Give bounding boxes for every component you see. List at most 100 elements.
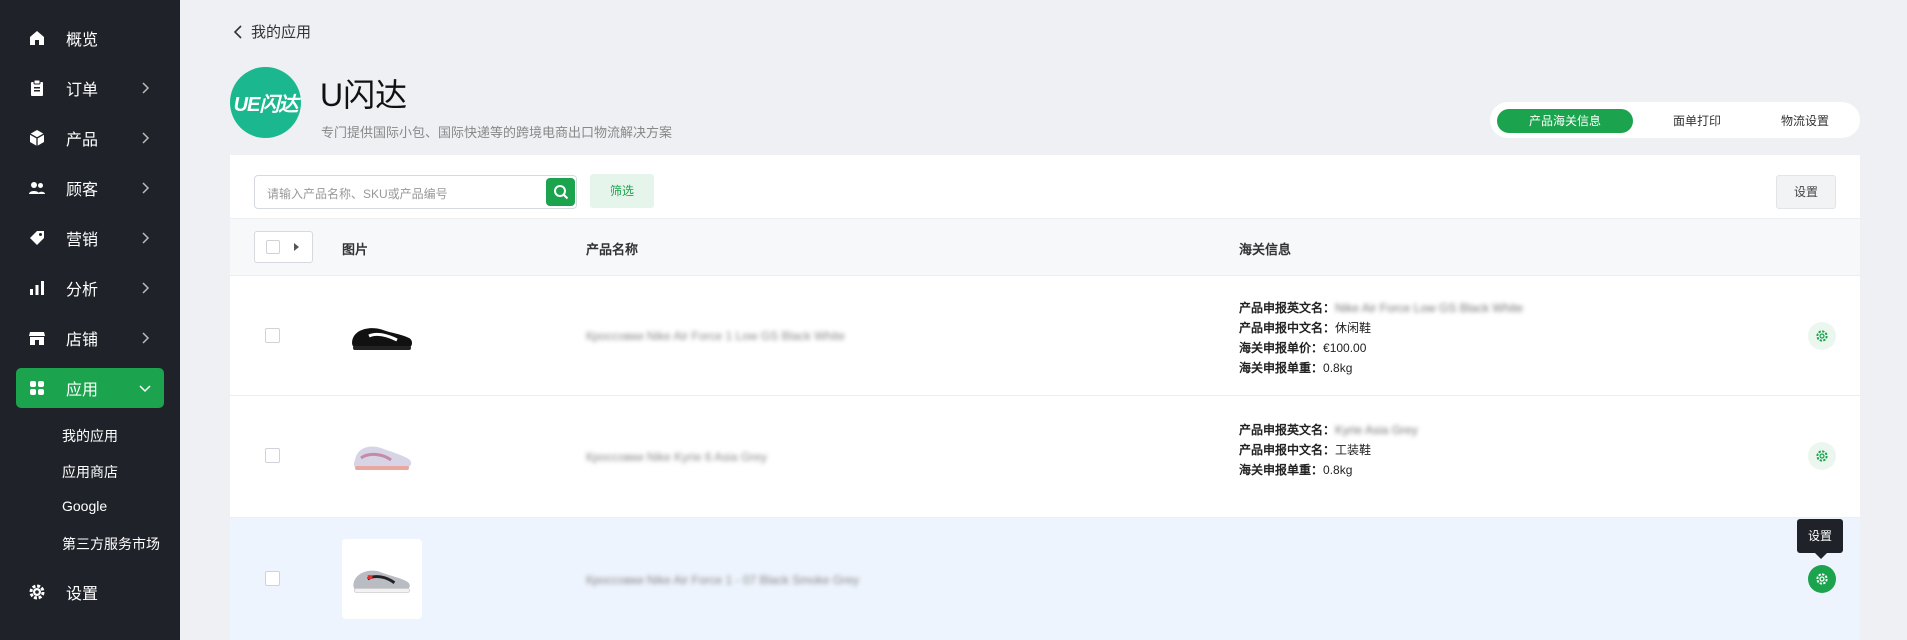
table-header: 图片 产品名称 海关信息 <box>230 218 1860 276</box>
customs-label: 产品申报中文名： <box>1239 321 1336 335</box>
back-link[interactable]: 我的应用 <box>233 21 311 42</box>
row-settings-button[interactable] <box>1808 322 1836 350</box>
app-description: 专门提供国际小包、国际快递等的跨境电商出口物流解决方案 <box>321 125 673 140</box>
app-logo: UE闪达 <box>230 67 301 138</box>
customs-line-cn-name: 产品申报中文名：工装鞋 <box>1239 440 1418 460</box>
sidebar-item-label: 应用 <box>66 382 99 399</box>
sidebar-subitem-my-apps[interactable]: 我的应用 <box>62 426 118 446</box>
back-link-label: 我的应用 <box>251 24 312 41</box>
product-panel: 请输入产品名称、SKU或产品编号 筛选 设置 图片 产品名称 海关信息 Крос… <box>230 155 1860 640</box>
customs-value: 0.8kg <box>1323 463 1353 477</box>
customs-label: 产品申报中文名： <box>1239 443 1336 457</box>
customs-line-unit-weight: 海关申报单重：0.8kg <box>1239 358 1523 378</box>
clipboard-icon <box>27 78 47 98</box>
app-logo-text: UE闪达 <box>233 94 299 116</box>
apps-icon <box>27 378 47 398</box>
chevron-down-icon <box>139 385 151 393</box>
customs-label: 海关申报单重： <box>1239 361 1324 375</box>
sidebar-item-store[interactable]: 店铺 <box>16 318 164 358</box>
search-button[interactable] <box>546 178 575 206</box>
chevron-right-icon <box>142 282 150 294</box>
customs-line-unit-weight: 海关申报单重：0.8kg <box>1239 460 1418 480</box>
sidebar-item-analytics[interactable]: 分析 <box>16 268 164 308</box>
tab-bar: 产品海关信息 面单打印 物流设置 <box>1490 102 1860 138</box>
settings-button[interactable]: 设置 <box>1776 175 1836 209</box>
row-checkbox[interactable] <box>265 448 280 463</box>
search-input[interactable]: 请输入产品名称、SKU或产品编号 <box>254 175 577 209</box>
settings-tooltip: 设置 <box>1797 519 1843 559</box>
customs-info: 产品申报英文名：Nike Air Force Low GS Black Whit… <box>1239 298 1523 378</box>
bar-chart-icon <box>27 278 47 298</box>
product-name: Кроссовки Nike Air Force 1 - 07 Black Sm… <box>586 573 859 587</box>
sidebar-subitem-google[interactable]: Google <box>62 498 107 514</box>
sidebar-item-apps[interactable]: 应用 <box>16 368 164 408</box>
customs-line-en-name: 产品申报英文名：Kyrie Asia Grey <box>1239 420 1418 440</box>
store-icon <box>27 328 47 348</box>
chevron-left-icon <box>233 24 242 39</box>
table-row[interactable]: Кроссовки Nike Air Force 1 - 07 Black Sm… <box>230 518 1860 640</box>
customs-label: 产品申报英文名： <box>1239 301 1336 315</box>
customs-info: 产品申报英文名：Kyrie Asia Grey 产品申报中文名：工装鞋 海关申报… <box>1239 420 1418 480</box>
column-header-name: 产品名称 <box>586 242 639 257</box>
sidebar-item-marketing[interactable]: 营销 <box>16 218 164 258</box>
chevron-right-icon <box>142 82 150 94</box>
select-all-checkbox[interactable] <box>266 240 280 254</box>
chevron-right-icon <box>142 132 150 144</box>
gear-icon <box>1816 573 1828 585</box>
sidebar-item-label: 顾客 <box>66 182 99 199</box>
customs-value: 工装鞋 <box>1335 443 1372 457</box>
sidebar-item-label: 营销 <box>66 232 99 249</box>
users-icon <box>27 178 47 198</box>
customs-line-cn-name: 产品申报中文名：休闲鞋 <box>1239 318 1523 338</box>
sidebar-item-label: 分析 <box>66 282 99 299</box>
row-checkbox[interactable] <box>265 328 280 343</box>
sidebar-item-label: 产品 <box>66 132 99 149</box>
customs-label: 海关申报单价： <box>1239 341 1324 355</box>
customs-line-en-name: 产品申报英文名：Nike Air Force Low GS Black Whit… <box>1239 298 1523 318</box>
product-name: Кроссовки Nike Air Force 1 Low GS Black … <box>586 329 845 343</box>
gear-icon <box>1816 330 1828 342</box>
tab-product-customs-info[interactable]: 产品海关信息 <box>1497 109 1633 133</box>
select-all-dropdown[interactable] <box>254 231 313 263</box>
customs-value: Kyrie Asia Grey <box>1335 423 1418 437</box>
caret-right-icon <box>294 243 299 251</box>
tab-logistics-settings[interactable]: 物流设置 <box>1758 109 1852 133</box>
search-icon <box>553 185 568 200</box>
sidebar-item-label: 店铺 <box>66 332 99 349</box>
sidebar-item-label: 设置 <box>66 586 99 603</box>
customs-line-unit-price: 海关申报单价：€100.00 <box>1239 338 1523 358</box>
home-icon <box>27 28 47 48</box>
row-checkbox[interactable] <box>265 571 280 586</box>
sidebar-item-settings[interactable]: 设置 <box>16 572 164 612</box>
gear-icon <box>27 582 47 602</box>
row-settings-button[interactable] <box>1808 565 1836 593</box>
customs-value: 0.8kg <box>1323 361 1353 375</box>
table-row[interactable]: Кроссовки Nike Air Force 1 Low GS Black … <box>230 276 1860 396</box>
customs-value: Nike Air Force Low GS Black White <box>1335 301 1524 315</box>
gear-icon <box>1816 450 1828 462</box>
sidebar-item-orders[interactable]: 订单 <box>16 68 164 108</box>
product-name: Кроссовки Nike Kyrie 6 Asia Grey <box>586 450 767 464</box>
customs-value: 休闲鞋 <box>1335 321 1372 335</box>
page-title: U闪达 <box>320 77 408 113</box>
chevron-right-icon <box>142 332 150 344</box>
sidebar-subitem-third-party-market[interactable]: 第三方服务市场 <box>62 534 160 554</box>
sidebar-item-label: 订单 <box>66 82 99 99</box>
sidebar: 概览 订单 产品 顾客 营销 分析 店铺 应用 我的应用 应用商店 Google… <box>0 0 180 640</box>
tab-label-printing[interactable]: 面单打印 <box>1645 109 1749 133</box>
chevron-right-icon <box>142 232 150 244</box>
customs-label: 产品申报英文名： <box>1239 423 1336 437</box>
filter-button[interactable]: 筛选 <box>590 174 654 208</box>
chevron-right-icon <box>142 182 150 194</box>
customs-value: €100.00 <box>1323 341 1367 355</box>
sidebar-item-products[interactable]: 产品 <box>16 118 164 158</box>
customs-label: 海关申报单重： <box>1239 463 1324 477</box>
sidebar-item-overview[interactable]: 概览 <box>16 18 164 58</box>
sidebar-item-customers[interactable]: 顾客 <box>16 168 164 208</box>
column-header-image: 图片 <box>342 242 369 257</box>
sidebar-subitem-app-store[interactable]: 应用商店 <box>62 462 118 482</box>
row-settings-button[interactable] <box>1808 442 1836 470</box>
table-row[interactable]: Кроссовки Nike Kyrie 6 Asia Grey 产品申报英文名… <box>230 396 1860 518</box>
product-image <box>342 539 422 619</box>
search-placeholder: 请输入产品名称、SKU或产品编号 <box>267 187 448 201</box>
